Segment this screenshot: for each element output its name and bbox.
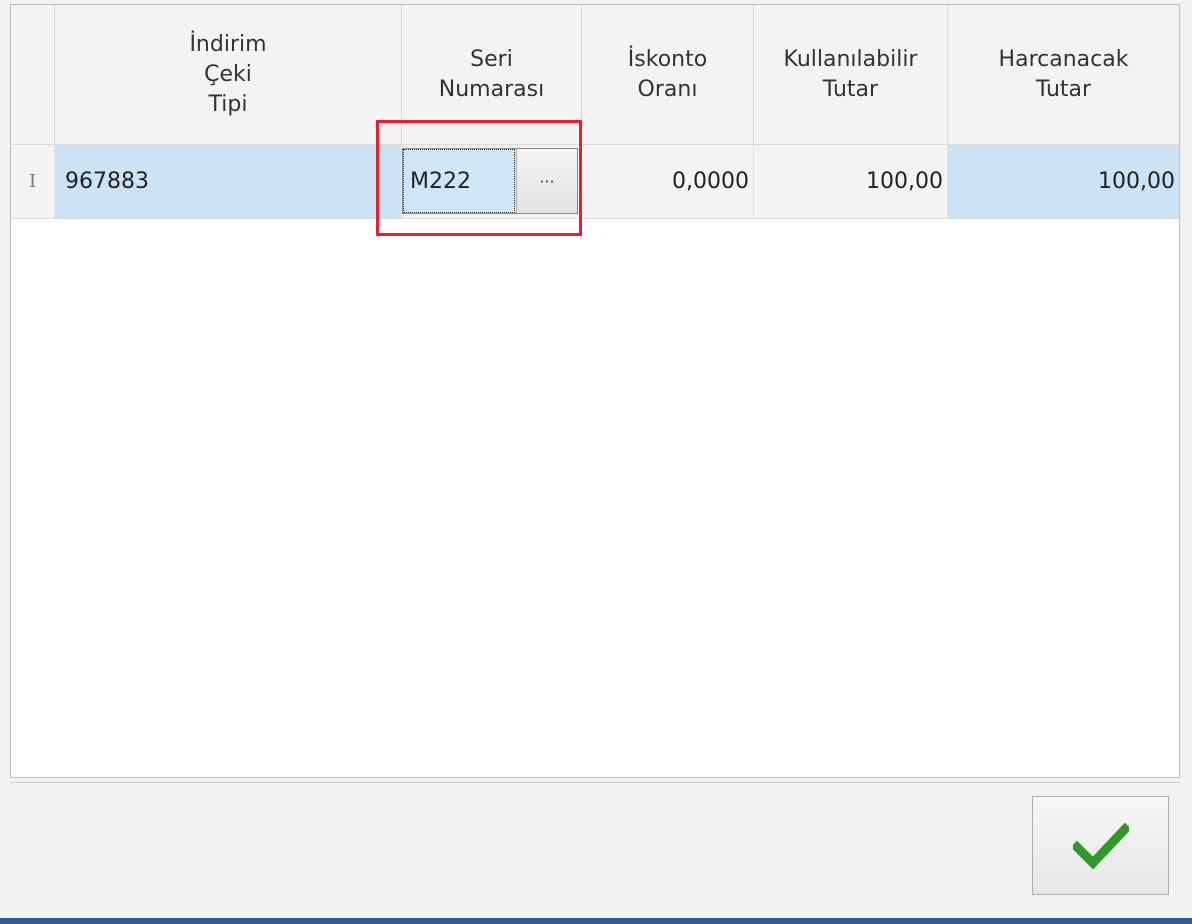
ellipsis-icon: ··· bbox=[539, 171, 555, 191]
dialog-window: İndirim Çeki Tipi Seri Numarası İskonto … bbox=[0, 0, 1192, 924]
cell-seri-numarasi[interactable]: M222 ··· bbox=[402, 145, 582, 218]
column-header-label: Kullanılabilir Tutar bbox=[783, 46, 918, 102]
cell-kullanilabilir-tutar[interactable]: 100,00 bbox=[754, 145, 948, 218]
grid-header: İndirim Çeki Tipi Seri Numarası İskonto … bbox=[11, 5, 1179, 145]
cell-indirim-ceki-tipi[interactable]: 967883 bbox=[55, 145, 402, 218]
cell-value: 967883 bbox=[65, 169, 149, 194]
column-header-label: Harcanacak Tutar bbox=[998, 46, 1129, 102]
cell-value: 100,00 bbox=[1098, 169, 1175, 194]
cell-iskonto-orani[interactable]: 0,0000 bbox=[582, 145, 754, 218]
ok-button[interactable] bbox=[1032, 796, 1169, 895]
column-header-label: İndirim Çeki Tipi bbox=[189, 31, 267, 117]
cell-harcanacak-tutar[interactable]: 100,00 bbox=[948, 145, 1179, 218]
column-header-label: Seri Numarası bbox=[438, 46, 545, 102]
text-cursor-icon: I bbox=[28, 171, 37, 192]
serial-number-input[interactable]: M222 bbox=[403, 149, 515, 213]
row-indicator: I bbox=[11, 145, 55, 218]
footer-divider bbox=[10, 782, 1180, 783]
column-header-iskonto-orani[interactable]: İskonto Oranı bbox=[582, 5, 754, 144]
cell-value: 100,00 bbox=[866, 169, 943, 194]
discount-voucher-grid: İndirim Çeki Tipi Seri Numarası İskonto … bbox=[10, 4, 1180, 778]
column-header-harcanacak-tutar[interactable]: Harcanacak Tutar bbox=[948, 5, 1179, 144]
cell-value: 0,0000 bbox=[672, 169, 749, 194]
browse-ellipsis-button[interactable]: ··· bbox=[516, 149, 577, 213]
header-indicator-column bbox=[11, 5, 55, 144]
serial-number-editor[interactable]: M222 ··· bbox=[402, 148, 578, 214]
column-header-seri-numarasi[interactable]: Seri Numarası bbox=[402, 5, 582, 144]
column-header-indirim-ceki-tipi[interactable]: İndirim Çeki Tipi bbox=[55, 5, 402, 144]
column-header-label: İskonto Oranı bbox=[627, 46, 708, 102]
table-row[interactable]: I 967883 M222 ··· 0,0000 100,00 100,00 bbox=[11, 145, 1179, 219]
column-header-kullanilabilir-tutar[interactable]: Kullanılabilir Tutar bbox=[754, 5, 948, 144]
window-bottom-border bbox=[0, 918, 1192, 924]
checkmark-icon bbox=[1072, 822, 1129, 869]
